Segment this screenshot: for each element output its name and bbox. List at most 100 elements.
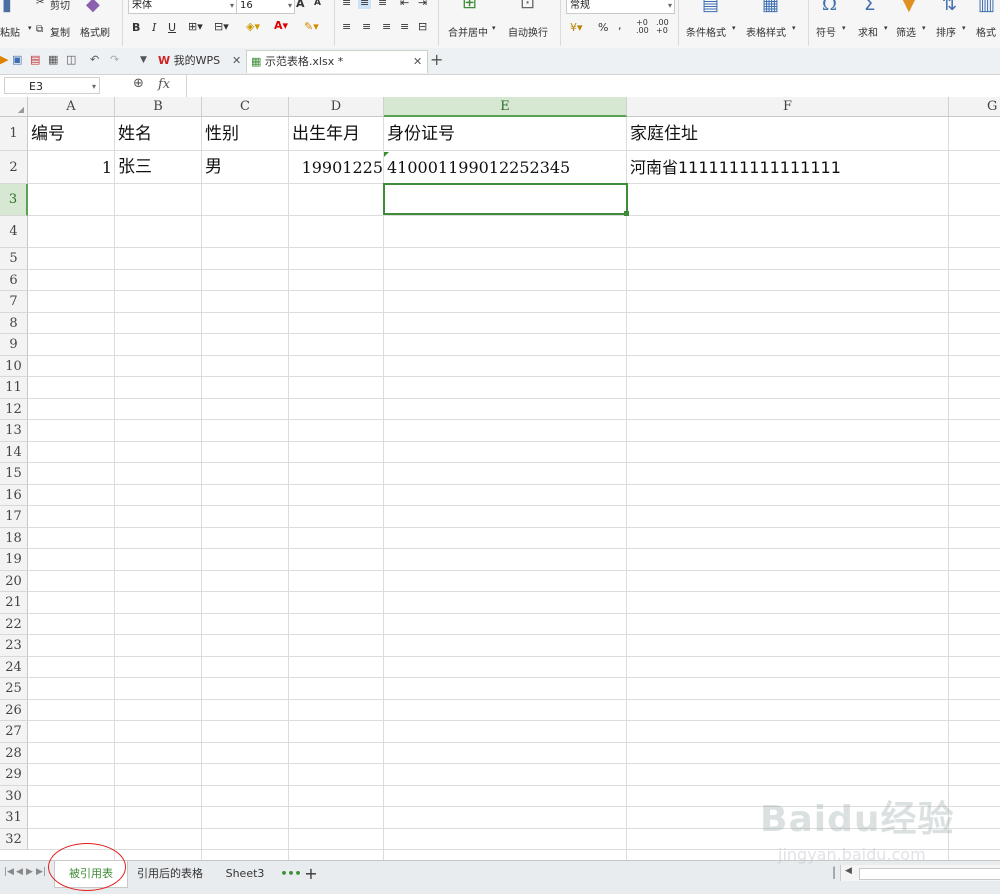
row-header-27[interactable]: 27: [0, 721, 28, 743]
thousands-icon[interactable]: ,: [618, 19, 622, 32]
formula-input[interactable]: [186, 75, 1000, 97]
decrease-decimal-icon[interactable]: .00 +0: [656, 19, 669, 35]
cell-a2[interactable]: 1: [28, 151, 115, 184]
cell-c1[interactable]: 性别: [202, 117, 289, 151]
align-center-icon[interactable]: ≡: [362, 20, 371, 33]
close-icon[interactable]: ✕: [232, 50, 241, 72]
row-header-23[interactable]: 23: [0, 635, 28, 657]
number-format-select[interactable]: 常规 ▾: [566, 0, 675, 14]
sort-button[interactable]: 排序: [936, 24, 956, 39]
column-header-g[interactable]: G: [949, 97, 1000, 117]
save-icon[interactable]: ▣: [12, 53, 22, 66]
wrap-text-icon[interactable]: ⊡: [520, 0, 535, 12]
export-pdf-icon[interactable]: ▤: [30, 53, 40, 66]
name-box[interactable]: E3 ▾: [4, 77, 100, 94]
sum-button[interactable]: 求和: [858, 24, 878, 39]
cell-b2[interactable]: 张三: [115, 151, 202, 184]
chevron-down-icon[interactable]: ▾: [962, 24, 966, 32]
fx-icon[interactable]: fx: [158, 77, 170, 92]
column-header-a[interactable]: A: [28, 97, 115, 117]
chevron-down-icon[interactable]: ▾: [884, 24, 888, 32]
column-header-d[interactable]: D: [289, 97, 384, 117]
row-header-10[interactable]: 10: [0, 355, 28, 377]
row-header-5[interactable]: 5: [0, 248, 28, 270]
last-sheet-icon[interactable]: ▶|: [36, 867, 46, 877]
percent-button[interactable]: %: [598, 21, 608, 34]
cut-button[interactable]: 剪切: [50, 0, 70, 12]
row-header-3[interactable]: 3: [0, 184, 28, 216]
font-name-select[interactable]: 宋体 ▾: [128, 0, 237, 14]
row-header-15[interactable]: 15: [0, 463, 28, 485]
underline-button[interactable]: U: [168, 21, 176, 34]
prev-sheet-icon[interactable]: ◀: [16, 867, 23, 877]
sheet-tab-third[interactable]: Sheet3: [214, 861, 276, 887]
filter-icon[interactable]: ▼: [902, 0, 916, 14]
chevron-down-icon[interactable]: ▾: [792, 24, 796, 32]
italic-button[interactable]: I: [152, 21, 156, 34]
border-icon[interactable]: ⊞▾: [188, 20, 203, 33]
cell-a1[interactable]: 编号: [28, 117, 115, 151]
format-button[interactable]: 格式: [976, 24, 996, 39]
format-icon[interactable]: ▥: [978, 0, 995, 14]
align-middle-icon[interactable]: ≡: [358, 0, 372, 9]
increase-indent-icon[interactable]: ⇥: [418, 0, 427, 9]
row-header-11[interactable]: 11: [0, 377, 28, 399]
format-painter-button[interactable]: 格式刷: [80, 24, 110, 39]
cell-border-icon[interactable]: ⊟▾: [214, 20, 229, 33]
clear-format-icon[interactable]: ✎▾: [304, 20, 319, 33]
row-header-4[interactable]: 4: [0, 216, 28, 248]
omega-icon[interactable]: Ω: [822, 0, 837, 14]
table-style-icon[interactable]: ▦: [762, 0, 779, 14]
selected-cell-outline[interactable]: [383, 183, 628, 215]
cell-e2[interactable]: 410001199012252345: [384, 151, 627, 184]
undo-icon[interactable]: ↶: [90, 53, 99, 66]
print-icon[interactable]: ▦: [48, 53, 58, 66]
row-header-6[interactable]: 6: [0, 269, 28, 291]
folder-icon[interactable]: ▶: [0, 53, 8, 66]
print-preview-icon[interactable]: ◫: [66, 53, 76, 66]
align-right-icon[interactable]: ≡: [382, 20, 391, 33]
column-header-b[interactable]: B: [115, 97, 202, 117]
row-header-22[interactable]: 22: [0, 613, 28, 635]
row-header-1[interactable]: 1: [0, 117, 28, 151]
conditional-format-icon[interactable]: ▤: [702, 0, 719, 14]
column-header-f[interactable]: F: [627, 97, 949, 117]
row-header-16[interactable]: 16: [0, 484, 28, 506]
sigma-icon[interactable]: Σ: [864, 0, 875, 14]
distributed-icon[interactable]: ⊟: [418, 20, 427, 33]
align-bottom-icon[interactable]: ≡: [378, 0, 387, 9]
cell-e1[interactable]: 身份证号: [384, 117, 627, 151]
cell-b1[interactable]: 姓名: [115, 117, 202, 151]
row-header-18[interactable]: 18: [0, 527, 28, 549]
column-header-e[interactable]: E: [384, 97, 627, 117]
cell-f1[interactable]: 家庭住址: [627, 117, 949, 151]
align-left-icon[interactable]: ≡: [342, 20, 351, 33]
row-header-17[interactable]: 17: [0, 506, 28, 528]
tab-file[interactable]: ▦ 示范表格.xlsx * ✕: [246, 50, 428, 73]
zoom-search-icon[interactable]: ⊕: [133, 76, 144, 91]
filter-button[interactable]: 筛选: [896, 24, 916, 39]
symbol-button[interactable]: 符号: [816, 24, 836, 39]
copy-button[interactable]: 复制: [50, 24, 70, 39]
tab-my-wps[interactable]: W 我的WPS ✕: [158, 50, 244, 72]
row-header-32[interactable]: 32: [0, 828, 28, 850]
fill-color-icon[interactable]: ◈▾: [246, 20, 260, 33]
merge-center-icon[interactable]: ⊞: [462, 0, 477, 12]
first-sheet-icon[interactable]: |◀: [4, 867, 14, 877]
conditional-format-button[interactable]: 条件格式: [686, 24, 726, 39]
row-header-12[interactable]: 12: [0, 398, 28, 420]
row-header-28[interactable]: 28: [0, 742, 28, 764]
row-header-20[interactable]: 20: [0, 570, 28, 592]
row-header-24[interactable]: 24: [0, 656, 28, 678]
row-header-19[interactable]: 19: [0, 549, 28, 571]
wrap-text-button[interactable]: 自动换行: [508, 24, 548, 39]
cut-icon[interactable]: ✂: [36, 0, 44, 8]
copy-icon[interactable]: ⧉: [36, 24, 43, 35]
decrease-font-icon[interactable]: A: [314, 0, 321, 8]
chevron-down-icon[interactable]: ▾: [922, 24, 926, 32]
row-header-2[interactable]: 2: [0, 151, 28, 184]
font-size-select[interactable]: 16 ▾: [236, 0, 295, 14]
currency-icon[interactable]: ¥▾: [570, 21, 583, 34]
paste-button[interactable]: 粘贴: [0, 24, 20, 39]
next-sheet-icon[interactable]: ▶: [26, 867, 33, 877]
